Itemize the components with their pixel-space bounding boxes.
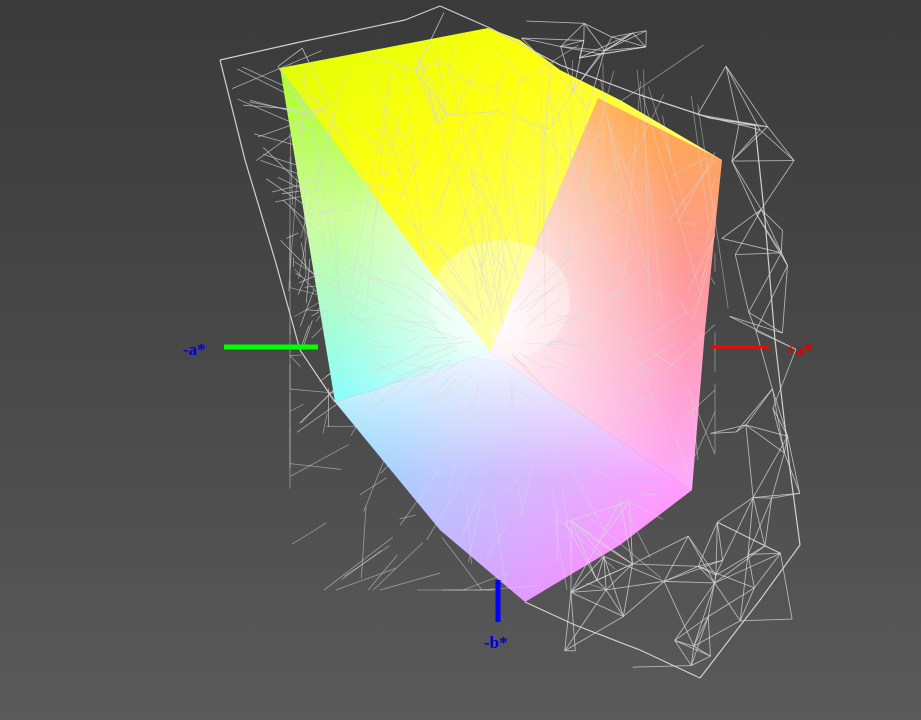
plus-a-label: +a*	[786, 340, 813, 359]
gamut-canvas[interactable]: -a* +a* -b* +L*	[0, 0, 921, 720]
minus-a-label: -a*	[183, 340, 206, 359]
gamut-3d-viewer[interactable]: -a* +a* -b* +L*	[0, 0, 921, 720]
minus-b-label: -b*	[484, 633, 508, 652]
plus-l-label: +L*	[488, 319, 526, 344]
